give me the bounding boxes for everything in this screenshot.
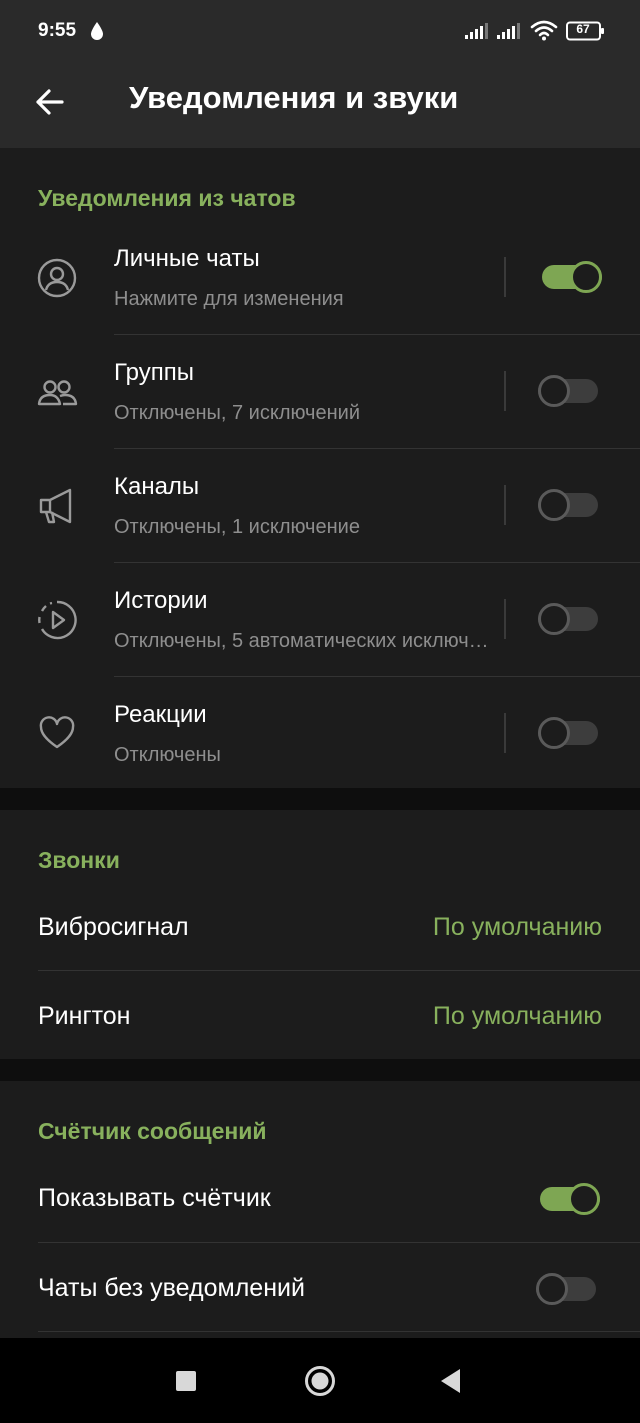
row-value: По умолчанию <box>432 913 602 941</box>
section-header: Уведомления из чатов <box>38 185 296 211</box>
person-icon <box>37 258 77 298</box>
separator <box>504 599 506 639</box>
status-time: 9:55 <box>38 20 77 41</box>
reactions-row[interactable]: Реакции Отключены <box>0 677 640 788</box>
row-title: Реакции <box>114 701 207 728</box>
reactions-toggle[interactable] <box>538 717 598 749</box>
calls-section: Звонки Вибросигнал По умолчанию Рингтон … <box>0 810 640 1059</box>
divider <box>38 1331 640 1332</box>
page-title: Уведомления и звуки <box>129 80 459 115</box>
back-triangle-icon[interactable] <box>438 1367 462 1395</box>
row-subtitle: Отключены <box>114 744 221 766</box>
private-chats-row[interactable]: Личные чаты Нажмите для изменения <box>0 221 640 335</box>
signal-icon <box>465 23 488 39</box>
row-title: Рингтон <box>38 1002 131 1030</box>
separator <box>504 371 506 411</box>
row-title: Группы <box>114 359 194 386</box>
show-counter-row[interactable]: Показывать счётчик <box>0 1155 640 1243</box>
home-icon[interactable] <box>304 1365 336 1397</box>
group-icon <box>37 380 78 406</box>
signal-icon <box>497 23 520 39</box>
separator <box>504 257 506 297</box>
muted-chats-row[interactable]: Чаты без уведомлений <box>0 1243 640 1332</box>
wifi-icon <box>530 20 558 41</box>
separator <box>504 713 506 753</box>
separator <box>504 485 506 525</box>
row-title: Личные чаты <box>114 245 260 272</box>
show-counter-toggle[interactable] <box>540 1183 600 1215</box>
section-header: Звонки <box>38 847 120 873</box>
story-icon <box>38 600 77 640</box>
stories-row[interactable]: Истории Отключены, 5 автоматических искл… <box>0 563 640 677</box>
row-value: По умолчанию <box>432 1002 602 1030</box>
private-chats-toggle[interactable] <box>542 261 602 293</box>
battery-level: 67 <box>576 22 590 36</box>
megaphone-icon <box>39 488 72 524</box>
vibration-row[interactable]: Вибросигнал По умолчанию <box>0 882 640 971</box>
recent-apps-icon[interactable] <box>176 1371 196 1391</box>
row-title: Чаты без уведомлений <box>38 1274 305 1302</box>
heart-icon <box>39 716 75 749</box>
channels-toggle[interactable] <box>538 489 598 521</box>
arrow-left-icon[interactable] <box>30 82 70 122</box>
row-subtitle: Отключены, 1 исключение <box>114 516 360 538</box>
row-title: Истории <box>114 587 208 614</box>
app-bar: Уведомления и звуки <box>0 62 640 148</box>
stories-toggle[interactable] <box>538 603 598 635</box>
muted-chats-toggle[interactable] <box>536 1273 596 1305</box>
groups-row[interactable]: Группы Отключены, 7 исключений <box>0 335 640 449</box>
row-subtitle: Отключены, 5 автоматических исключений <box>114 630 496 652</box>
ringtone-row[interactable]: Рингтон По умолчанию <box>0 971 640 1059</box>
chat-notifications-section: Уведомления из чатов Личные чаты Нажмите… <box>0 148 640 788</box>
row-subtitle: Нажмите для изменения <box>114 288 344 310</box>
row-subtitle: Отключены, 7 исключений <box>114 402 360 424</box>
system-nav-bar <box>0 1338 640 1423</box>
status-bar: 9:55 67 <box>0 0 640 62</box>
row-title: Вибросигнал <box>38 913 189 941</box>
channels-row[interactable]: Каналы Отключены, 1 исключение <box>0 449 640 563</box>
drop-icon <box>91 22 103 40</box>
groups-toggle[interactable] <box>538 375 598 407</box>
message-counter-section: Счётчик сообщений Показывать счётчик Чат… <box>0 1081 640 1338</box>
row-title: Показывать счётчик <box>38 1184 271 1212</box>
section-header: Счётчик сообщений <box>38 1118 267 1144</box>
row-title: Каналы <box>114 473 200 500</box>
